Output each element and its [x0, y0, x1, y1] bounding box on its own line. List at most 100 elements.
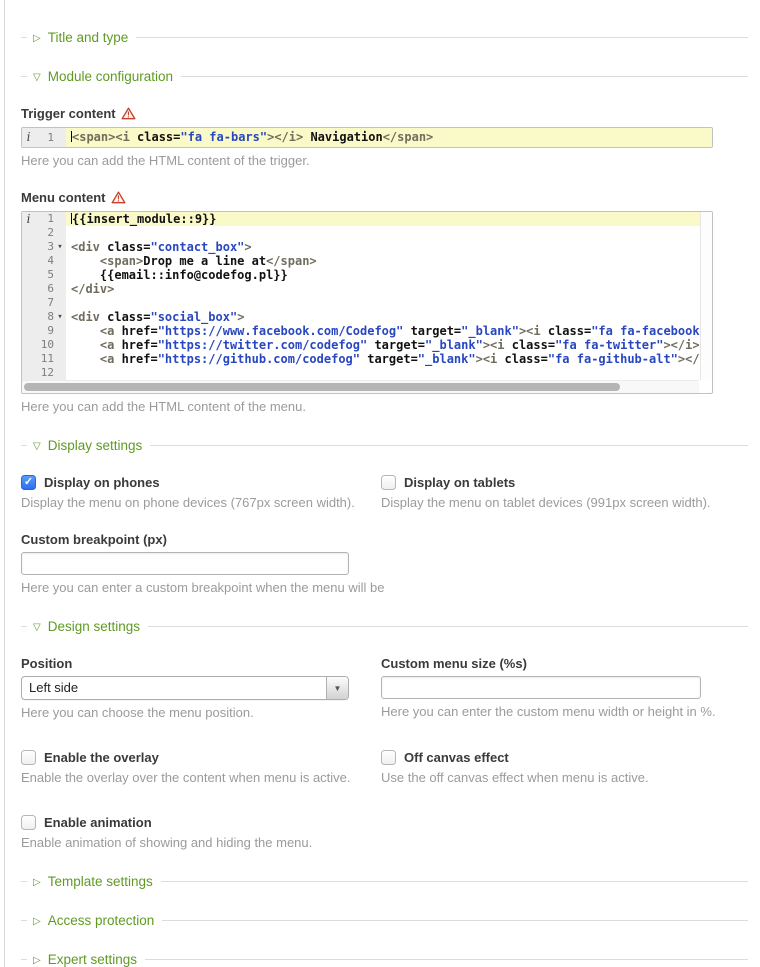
horizontal-scrollbar-thumb[interactable]: [24, 383, 620, 391]
editor-gutter: 11: [22, 352, 66, 366]
checkbox-box[interactable]: [381, 475, 396, 490]
checkbox-label[interactable]: Enable animation: [44, 815, 152, 830]
trigger-help-text: Here you can add the HTML content of the…: [21, 153, 748, 168]
section-label: Expert settings: [48, 952, 137, 967]
section-toggle-design-settings[interactable]: ▽Design settings: [27, 619, 148, 634]
menu-code-editor[interactable]: i1{{insert_module::9}}23▾<div class="con…: [21, 211, 713, 394]
code-line[interactable]: 10 <a href="https://twitter.com/codefog"…: [22, 338, 712, 352]
code-line[interactable]: 6</div>: [22, 282, 712, 296]
token-attr: target=: [367, 338, 425, 352]
code-text[interactable]: <a href="https://twitter.com/codefog" ta…: [66, 338, 712, 352]
vertical-scrollbar[interactable]: [700, 212, 712, 380]
field-display-on-tablets: Display on tablets Display the menu on t…: [381, 475, 748, 510]
token-attr: href=: [122, 324, 158, 338]
editor-gutter: 4: [22, 254, 66, 268]
code-text[interactable]: <div class="contact_box">: [66, 240, 712, 254]
code-line[interactable]: 8▾<div class="social_box">: [22, 310, 712, 324]
code-line[interactable]: 3▾<div class="contact_box">: [22, 240, 712, 254]
section-toggle-expert-settings[interactable]: ▷ Expert settings: [27, 952, 145, 967]
checkbox-enable-animation[interactable]: Enable animation: [21, 815, 381, 830]
code-text[interactable]: [66, 366, 712, 380]
section-toggle-title-and-type[interactable]: ▷Title and type: [27, 30, 136, 45]
custom-breakpoint-input[interactable]: [21, 552, 349, 575]
line-number: 7: [35, 296, 54, 310]
token-str: "https://www.facebook.com/Codefog": [158, 324, 404, 338]
gutter-info-icon: i: [22, 128, 35, 147]
section-label: Display settings: [48, 438, 143, 453]
label-text: Custom menu size (%s): [381, 656, 527, 671]
token-txt: {{insert_module::9}}: [72, 212, 217, 226]
checkbox-display-on-phones[interactable]: Display on phones: [21, 475, 381, 490]
help-text: Here you can enter the custom menu width…: [381, 704, 748, 719]
menu-code-lines: i1{{insert_module::9}}23▾<div class="con…: [22, 212, 712, 380]
triangle-expanded-icon: ▽: [33, 72, 41, 83]
section-label: Template settings: [48, 874, 153, 889]
checkbox-enable-overlay[interactable]: Enable the overlay: [21, 750, 381, 765]
code-line[interactable]: 9 <a href="https://www.facebook.com/Code…: [22, 324, 712, 338]
code-line[interactable]: 7: [22, 296, 712, 310]
code-line[interactable]: i1<span><i class="fa fa-bars"></i> Navig…: [22, 128, 712, 147]
mandatory-warning-icon: !: [121, 107, 136, 120]
code-text[interactable]: <span>Drop me a line at</span>: [66, 254, 712, 268]
checkbox-box[interactable]: [381, 750, 396, 765]
horizontal-scrollbar[interactable]: [22, 380, 699, 393]
help-text: Use the off canvas effect when menu is a…: [381, 770, 748, 785]
code-text[interactable]: [66, 226, 712, 240]
section-label: Module configuration: [48, 69, 173, 84]
checkbox-box[interactable]: [21, 815, 36, 830]
checkbox-label[interactable]: Display on phones: [44, 475, 160, 490]
field-custom-breakpoint: Custom breakpoint (px) Here you can ente…: [21, 532, 748, 595]
token-attr: class=: [107, 310, 150, 324]
token-str: "https://twitter.com/codefog": [158, 338, 368, 352]
line-number: 9: [35, 324, 54, 338]
line-number: 3: [35, 240, 54, 254]
gutter-spacer: [22, 352, 35, 366]
code-text[interactable]: {{insert_module::9}}: [66, 212, 712, 226]
checkbox-box[interactable]: [21, 750, 36, 765]
checkbox-label[interactable]: Off canvas effect: [404, 750, 509, 765]
token-str: "fa fa-github-alt": [548, 352, 678, 366]
code-line[interactable]: 4 <span>Drop me a line at</span>: [22, 254, 712, 268]
token-str: "fa fa-bars": [180, 130, 267, 144]
fieldset-module-configuration: ▽Module configuration Trigger content ! …: [21, 69, 748, 414]
code-text[interactable]: {{email::info@codefog.pl}}: [66, 268, 712, 282]
code-text[interactable]: [66, 296, 712, 310]
help-text: Here you can choose the menu position.: [21, 705, 381, 720]
code-text[interactable]: <span><i class="fa fa-bars"></i> Navigat…: [66, 128, 712, 147]
code-line[interactable]: 5 {{email::info@codefog.pl}}: [22, 268, 712, 282]
custom-menu-size-input[interactable]: [381, 676, 701, 699]
fold-arrow-icon[interactable]: ▾: [54, 310, 66, 324]
triangle-collapsed-icon: ▷: [33, 33, 41, 44]
section-toggle-display-settings[interactable]: ▽Display settings: [27, 438, 150, 453]
triangle-collapsed-icon: ▷: [33, 916, 41, 927]
trigger-code-editor[interactable]: i1<span><i class="fa fa-bars"></i> Navig…: [21, 127, 713, 148]
section-toggle-template-settings[interactable]: ▷Template settings: [27, 874, 161, 889]
custom-menu-size-label: Custom menu size (%s): [381, 656, 748, 671]
code-line[interactable]: 12: [22, 366, 712, 380]
editor-gutter: 10: [22, 338, 66, 352]
code-line[interactable]: 2: [22, 226, 712, 240]
checkbox-label[interactable]: Display on tablets: [404, 475, 515, 490]
token-tag: <span>: [71, 254, 143, 268]
select-arrow-button[interactable]: ▼: [326, 677, 348, 699]
code-line[interactable]: i1{{insert_module::9}}: [22, 212, 712, 226]
checkbox-off-canvas[interactable]: Off canvas effect: [381, 750, 748, 765]
chevron-down-icon: ▼: [334, 684, 342, 693]
checkbox-display-on-tablets[interactable]: Display on tablets: [381, 475, 748, 490]
section-toggle-access-protection[interactable]: ▷Access protection: [27, 913, 162, 928]
select-value: Left side: [22, 677, 326, 699]
code-text[interactable]: </div>: [66, 282, 712, 296]
fold-arrow-icon[interactable]: ▾: [54, 240, 66, 254]
code-line[interactable]: 11 <a href="https://github.com/codefog" …: [22, 352, 712, 366]
section-toggle-module-configuration[interactable]: ▽ Module configuration: [27, 69, 181, 84]
position-select[interactable]: Left side ▼: [21, 676, 349, 700]
editor-gutter: 3▾: [22, 240, 66, 254]
code-text[interactable]: <div class="social_box">: [66, 310, 712, 324]
code-text[interactable]: <a href="https://www.facebook.com/Codefo…: [66, 324, 712, 338]
checkbox-box[interactable]: [21, 475, 36, 490]
line-number: 12: [35, 366, 54, 380]
checkbox-label[interactable]: Enable the overlay: [44, 750, 159, 765]
code-text[interactable]: <a href="https://github.com/codefog" tar…: [66, 352, 712, 366]
fold-spacer: [54, 324, 66, 338]
triangle-collapsed-icon: ▷: [33, 955, 41, 966]
